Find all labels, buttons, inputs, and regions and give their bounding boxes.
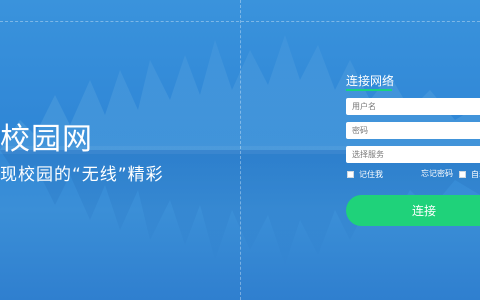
login-panel-title: 连接网络 bbox=[346, 74, 395, 88]
title-underline bbox=[346, 89, 392, 91]
password-input[interactable] bbox=[346, 122, 480, 139]
remember-label: 记住我 bbox=[359, 169, 383, 179]
auto-connect[interactable]: 自动 bbox=[459, 168, 480, 180]
service-select[interactable] bbox=[346, 146, 480, 163]
remember-checkbox[interactable] bbox=[347, 170, 354, 178]
forgot-password-link[interactable]: 忘记密码 bbox=[421, 168, 453, 179]
remember-me[interactable]: 记住我 bbox=[347, 168, 383, 180]
guide-line-vertical bbox=[240, 0, 241, 300]
brand-title: 校园网 bbox=[0, 122, 93, 157]
connect-button[interactable]: 连接 bbox=[346, 195, 480, 226]
auto-checkbox[interactable] bbox=[459, 170, 466, 178]
auto-label: 自动 bbox=[471, 169, 480, 179]
brand-subtitle: 现校园的“无线”精彩 bbox=[0, 165, 164, 185]
username-input[interactable] bbox=[346, 98, 480, 115]
